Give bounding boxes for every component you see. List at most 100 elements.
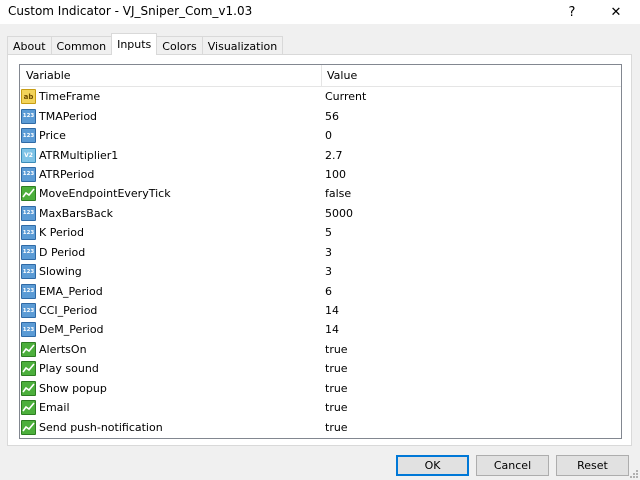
variable-name: DeM_Period [39,323,104,337]
integer-type-icon: 123 [21,303,36,319]
variable-name: EMA_Period [39,284,103,298]
value-cell[interactable]: 5000 [322,204,621,223]
variable-name: ATRPeriod [39,167,95,181]
value-cell[interactable]: 6 [322,281,621,300]
boolean-type-icon [21,361,36,377]
tab-bar: About Common Inputs Colors Visualization [7,33,284,55]
integer-type-icon: 123 [21,205,36,221]
variable-cell: 123 CCI_Period [20,301,322,320]
variable-name: ATRMultiplier1 [39,148,119,162]
variable-cell: 123 MaxBarsBack [20,204,322,223]
table-row[interactable]: Send push-notification true [20,417,621,436]
value-cell[interactable]: Current [322,87,621,106]
variable-name: Play sound [39,362,99,376]
variable-cell: 123 TMAPeriod [20,106,322,125]
value-cell[interactable]: 5 [322,223,621,242]
table-row[interactable]: 123 TMAPeriod 56 [20,106,621,125]
integer-type-icon: 123 [21,244,36,260]
variable-cell: 123 DeM_Period [20,320,322,339]
integer-type-icon: 123 [21,322,36,338]
boolean-type-icon [21,380,36,396]
window-title: Custom Indicator - VJ_Sniper_Com_v1.03 [8,4,253,18]
variable-cell: MoveEndpointEveryTick [20,184,322,203]
value-cell[interactable]: 100 [322,165,621,184]
variable-name: D Period [39,245,86,259]
table-row[interactable]: AlertsOn true [20,340,621,359]
value-cell[interactable]: false [322,184,621,203]
table-row[interactable]: Email true [20,398,621,417]
table-row[interactable]: Play sound true [20,359,621,378]
variable-cell: 123 D Period [20,243,322,262]
double-type-icon: V2 [21,147,36,163]
value-cell[interactable]: 56 [322,106,621,125]
variable-name: CCI_Period [39,304,98,318]
variable-cell: 123 K Period [20,223,322,242]
table-row[interactable]: V2 ATRMultiplier1 2.7 [20,145,621,164]
grid-header: Variable Value [20,65,621,87]
value-cell[interactable]: true [322,340,621,359]
resize-grip-icon[interactable] [628,468,638,478]
table-row[interactable]: 123 MaxBarsBack 5000 [20,204,621,223]
variable-name: Email [39,401,70,415]
value-cell[interactable]: true [322,417,621,436]
value-cell[interactable]: 0 [322,126,621,145]
variable-name: AlertsOn [39,342,87,356]
variable-cell: V2 ATRMultiplier1 [20,145,322,164]
variable-cell: Email [20,398,322,417]
tab-inputs[interactable]: Inputs [111,33,158,55]
table-row[interactable]: Show popup true [20,379,621,398]
table-row[interactable]: 123 EMA_Period 6 [20,281,621,300]
variable-cell: ab TimeFrame [20,87,322,106]
variable-cell: Send push-notification [20,417,322,436]
value-cell[interactable]: 3 [322,262,621,281]
column-header-variable[interactable]: Variable [20,65,322,87]
integer-type-icon: 123 [21,225,36,241]
variable-name: Show popup [39,381,107,395]
variable-cell: 123 Slowing [20,262,322,281]
tab-visualization[interactable]: Visualization [201,36,284,55]
integer-type-icon: 123 [21,283,36,299]
table-row[interactable]: MoveEndpointEveryTick false [20,184,621,203]
boolean-type-icon [21,186,36,202]
value-cell[interactable]: 2.7 [322,145,621,164]
table-row[interactable]: ab TimeFrame Current [20,87,621,106]
tab-common[interactable]: Common [50,36,113,55]
value-cell[interactable]: true [322,398,621,417]
variable-name: TMAPeriod [39,109,98,123]
variable-cell: AlertsOn [20,340,322,359]
help-button[interactable]: ? [550,0,594,24]
variable-cell: Show popup [20,379,322,398]
title-bar: Custom Indicator - VJ_Sniper_Com_v1.03 ?… [0,0,640,24]
table-row[interactable]: 123 DeM_Period 14 [20,320,621,339]
ok-button[interactable]: OK [396,455,469,476]
table-row[interactable]: 123 Price 0 [20,126,621,145]
variable-name: Send push-notification [39,420,163,434]
close-button[interactable]: ✕ [594,0,638,24]
column-header-value[interactable]: Value [322,65,621,87]
value-cell[interactable]: 14 [322,301,621,320]
variable-cell: 123 Price [20,126,322,145]
tab-colors[interactable]: Colors [156,36,203,55]
table-row[interactable]: 123 K Period 5 [20,223,621,242]
variable-name: TimeFrame [39,90,101,104]
variable-cell: Play sound [20,359,322,378]
table-row[interactable]: 123 D Period 3 [20,243,621,262]
variable-name: K Period [39,226,85,240]
integer-type-icon: 123 [21,264,36,280]
table-row[interactable]: 123 ATRPeriod 100 [20,165,621,184]
value-cell[interactable]: 3 [322,243,621,262]
value-cell[interactable]: true [322,359,621,378]
value-cell[interactable]: 14 [322,320,621,339]
integer-type-icon: 123 [21,108,36,124]
variable-name: Price [39,129,66,143]
inputs-panel: Variable Value ab TimeFrame Current 123 TMAP… [7,54,632,446]
reset-button[interactable]: Reset [556,455,629,476]
tab-about[interactable]: About [7,36,52,55]
string-type-icon: ab [21,89,36,105]
cancel-button[interactable]: Cancel [476,455,549,476]
table-row[interactable]: 123 CCI_Period 14 [20,301,621,320]
boolean-type-icon [21,419,36,435]
value-cell[interactable]: true [322,379,621,398]
table-row[interactable]: 123 Slowing 3 [20,262,621,281]
boolean-type-icon [21,400,36,416]
